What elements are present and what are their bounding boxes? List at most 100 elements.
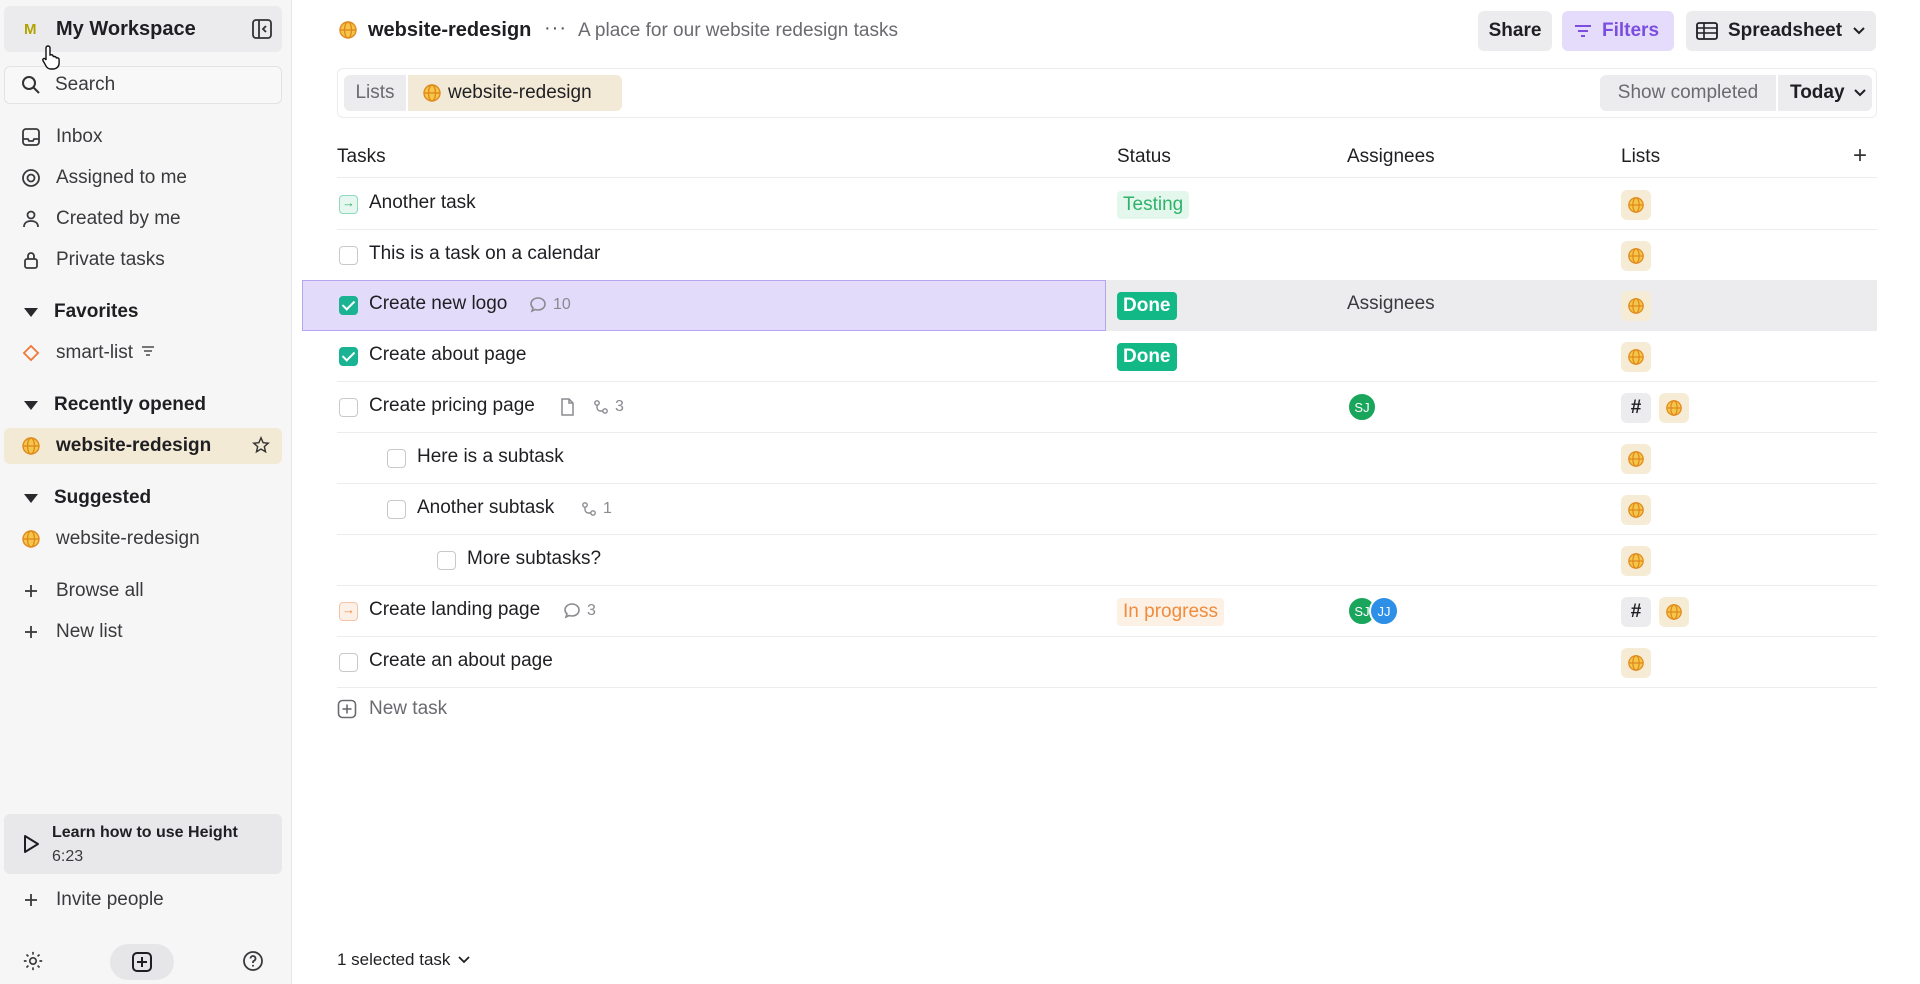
breadcrumb-lists-label: Lists [355,82,395,103]
compose-button[interactable] [110,944,174,980]
selection-count-dropdown[interactable]: 1 selected task [337,950,471,970]
task-description-icon[interactable] [559,398,575,416]
list-globe-icon[interactable] [1621,241,1651,271]
section-suggested[interactable]: Suggested [4,480,282,516]
add-column-button[interactable]: + [1853,142,1867,170]
task-status-arrow-icon[interactable]: → [339,602,358,621]
table-row[interactable]: Create about page Done [337,331,1877,382]
search-icon [22,76,40,94]
gear-icon[interactable] [22,950,44,978]
task-checkbox[interactable] [387,500,406,519]
list-hash-icon[interactable]: # [1621,393,1651,423]
column-header-status[interactable]: Status [1117,146,1171,168]
status-badge[interactable]: In progress [1117,598,1225,626]
subtask-count[interactable]: 1 [581,500,612,518]
comment-count[interactable]: 10 [529,296,571,314]
task-name[interactable]: Create about page [369,344,526,366]
recent-website-redesign[interactable]: website-redesign [4,428,282,464]
nav-created-by-me[interactable]: Created by me [4,201,282,237]
table-row[interactable]: Another subtask 1 [337,484,1877,535]
task-name[interactable]: More subtasks? [467,548,601,570]
table-row[interactable]: Here is a subtask [337,433,1877,484]
page-title: website-redesign [368,19,532,41]
table-row[interactable]: → Create landing page 3 In progress SJ J… [337,586,1877,637]
task-name[interactable]: Create pricing page [369,395,535,417]
learn-video-card[interactable]: Learn how to use Height 6:23 [4,814,282,874]
more-options-button[interactable]: ··· [544,17,567,40]
suggested-website-redesign[interactable]: website-redesign [4,521,282,557]
column-header-assignees[interactable]: Assignees [1347,146,1435,168]
table-row[interactable]: Create an about page [337,637,1877,688]
star-icon[interactable] [252,435,270,460]
section-favorites[interactable]: Favorites [4,294,282,330]
date-filter-dropdown[interactable]: Today [1778,75,1872,111]
avatar[interactable]: JJ [1369,596,1399,626]
new-task-button[interactable]: New task [337,698,447,720]
nav-assigned-to-me[interactable]: Assigned to me [4,160,282,196]
browse-all-button[interactable]: Browse all [4,573,282,609]
favorite-smart-list[interactable]: smart-list [4,335,282,371]
subtask-count-value: 1 [603,500,612,517]
task-checkbox[interactable] [387,449,406,468]
help-icon[interactable] [242,950,264,978]
table-row[interactable]: More subtasks? [337,535,1877,586]
task-checkbox[interactable] [437,551,456,570]
caret-down-icon [24,493,38,503]
task-checkbox[interactable] [339,398,358,417]
list-globe-icon[interactable] [1659,393,1689,423]
breadcrumb-project[interactable]: website-redesign [408,75,622,111]
task-checkbox[interactable] [339,246,358,265]
status-badge[interactable]: Done [1117,292,1177,320]
invite-people-button[interactable]: Invite people [4,882,282,918]
globe-icon [423,84,441,102]
table-row[interactable]: Create pricing page 3 SJ # [337,382,1877,433]
project-description[interactable]: A place for our website redesign tasks [578,20,898,42]
share-button[interactable]: Share [1478,11,1552,51]
column-header-lists[interactable]: Lists [1621,146,1660,168]
task-checkbox[interactable] [339,653,358,672]
task-name[interactable]: Create landing page [369,599,540,621]
nav-private-tasks[interactable]: Private tasks [4,242,282,278]
comment-icon [564,603,580,619]
status-badge[interactable]: Done [1117,343,1177,371]
task-checkbox-checked[interactable] [339,347,358,366]
task-checkbox-checked[interactable] [339,296,358,315]
breadcrumb-lists[interactable]: Lists [344,75,406,111]
section-recently-opened[interactable]: Recently opened [4,387,282,423]
table-row[interactable]: → Another task Testing [337,179,1877,230]
comment-count[interactable]: 3 [563,602,596,620]
subtask-count[interactable]: 3 [593,398,624,416]
task-name[interactable]: Here is a subtask [417,446,564,468]
task-name[interactable]: Another task [369,192,476,214]
table-row[interactable]: Create new logo 10 Done Assignees [337,280,1877,331]
column-header-tasks[interactable]: Tasks [337,146,386,168]
selection-count-label: 1 selected task [337,950,451,969]
task-name[interactable]: Create new logo [369,293,507,315]
task-name[interactable]: This is a task on a calendar [369,243,600,265]
list-globe-icon[interactable] [1621,495,1651,525]
collapse-sidebar-icon[interactable] [250,17,274,41]
table-row[interactable]: This is a task on a calendar [337,230,1877,281]
list-hash-icon[interactable]: # [1621,597,1651,627]
assignees-placeholder[interactable]: Assignees [1347,293,1435,315]
view-switcher-button[interactable]: Spreadsheet [1686,11,1876,51]
list-globe-icon[interactable] [1621,342,1651,372]
list-globe-icon[interactable] [1621,190,1651,220]
search-input[interactable] [55,74,255,96]
task-status-arrow-icon[interactable]: → [339,195,358,214]
filters-button[interactable]: Filters [1562,11,1674,51]
nav-inbox[interactable]: Inbox [4,119,282,155]
list-globe-icon[interactable] [1621,444,1651,474]
invite-people-label: Invite people [56,889,164,910]
avatar[interactable]: SJ [1347,392,1377,422]
new-list-button[interactable]: New list [4,614,282,650]
list-globe-icon[interactable] [1621,546,1651,576]
show-completed-toggle[interactable]: Show completed [1600,75,1776,111]
list-globe-icon[interactable] [1621,291,1651,321]
list-globe-icon[interactable] [1621,648,1651,678]
target-icon [20,167,42,189]
task-name[interactable]: Another subtask [417,497,554,519]
task-name[interactable]: Create an about page [369,650,553,672]
list-globe-icon[interactable] [1659,597,1689,627]
status-badge[interactable]: Testing [1117,191,1190,219]
